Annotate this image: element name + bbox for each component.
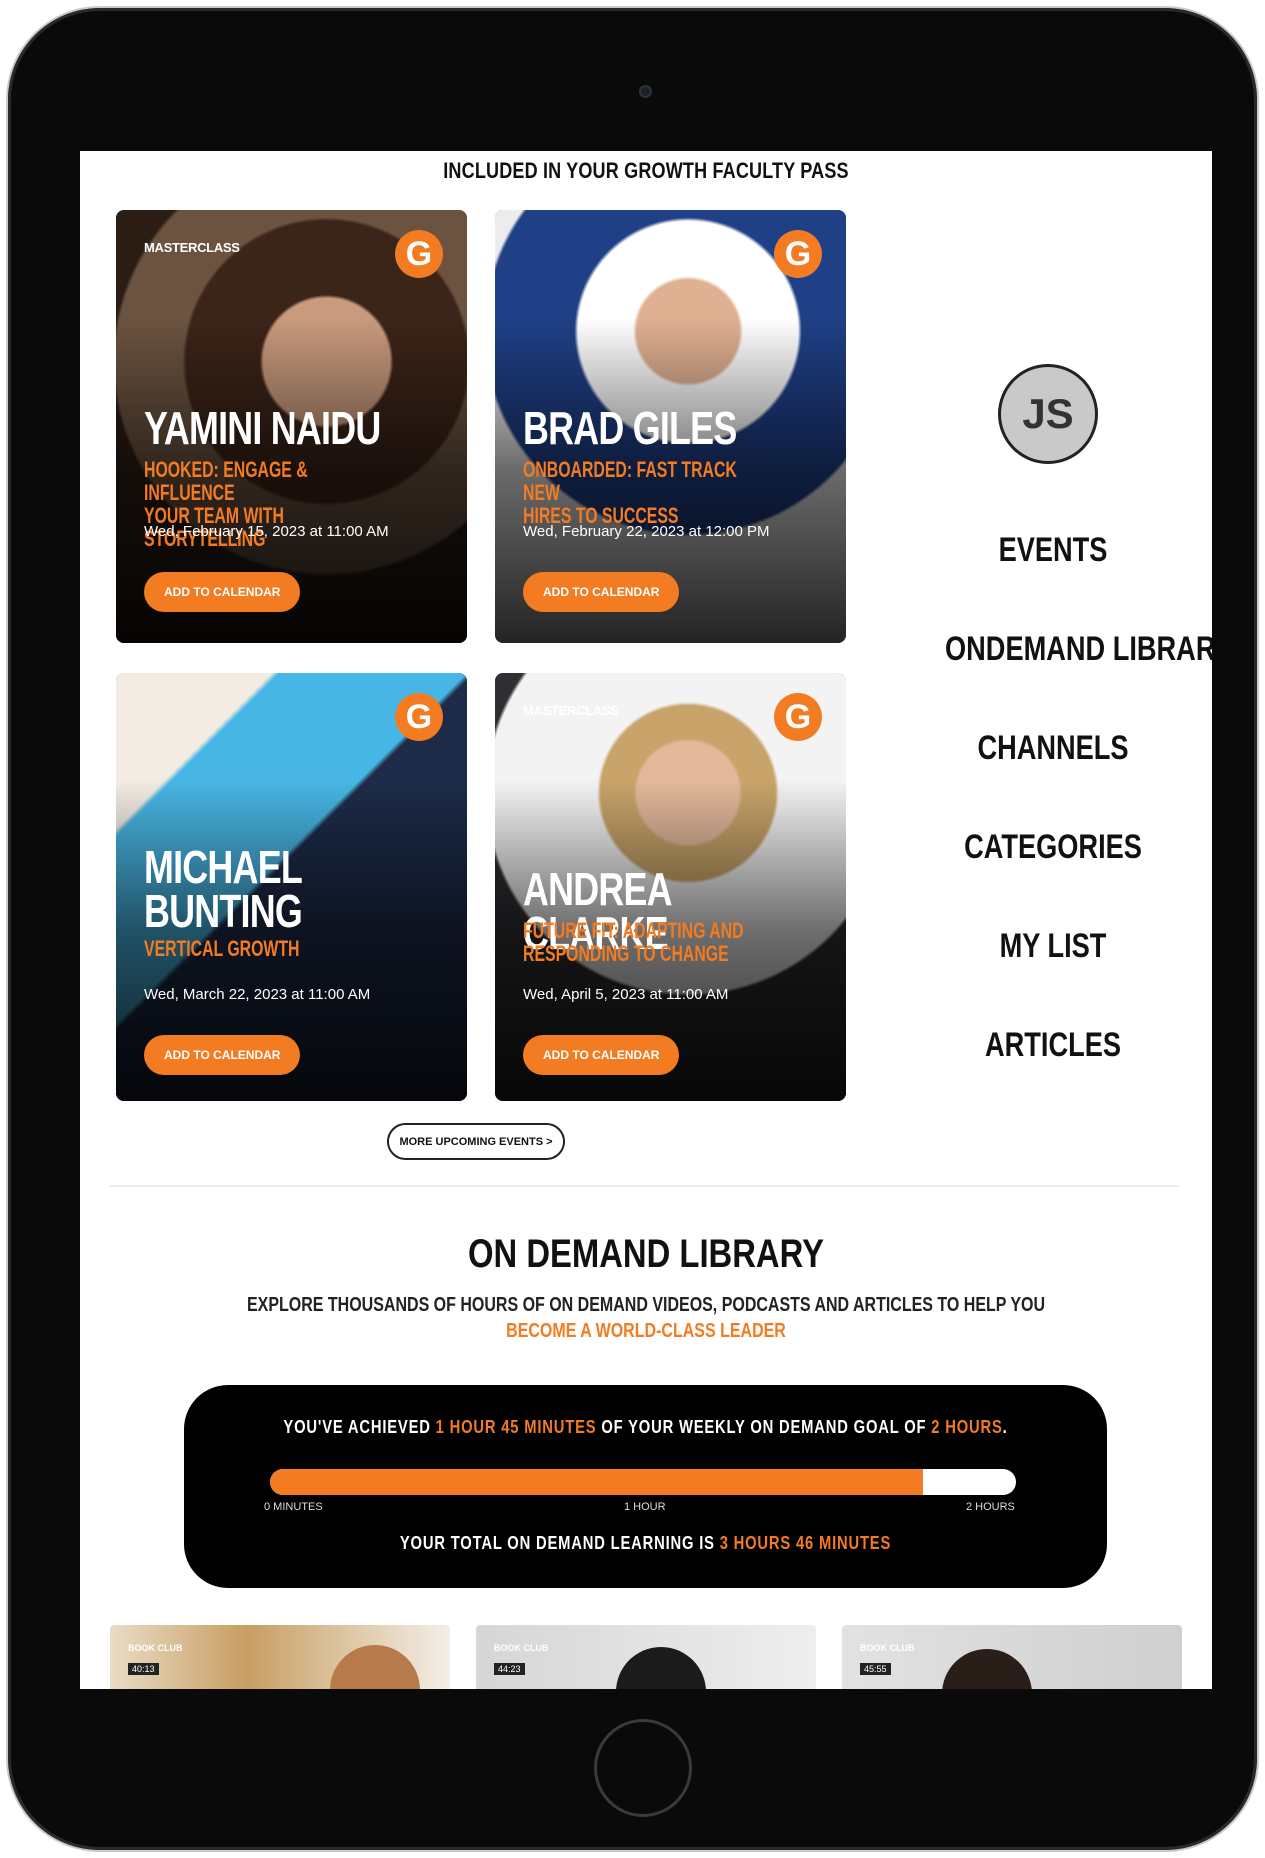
talk-title: ONBOARDED: FAST TRACK NEW HIRES TO SUCCE… bbox=[523, 457, 737, 528]
goal-progress-fill bbox=[270, 1469, 923, 1495]
event-badge: MASTERCLASS bbox=[523, 703, 619, 718]
speaker-name: MICHAEL BUNTING bbox=[144, 841, 303, 937]
event-date: Wed, February 22, 2023 at 12:00 PM bbox=[523, 523, 770, 540]
thumbnail-duration: 40:13 bbox=[128, 1663, 159, 1675]
growth-faculty-logo-icon: G bbox=[774, 693, 822, 741]
total-learning: YOUR TOTAL ON DEMAND LEARNING IS 3 HOURS… bbox=[399, 1533, 892, 1553]
speaker-photo bbox=[616, 1647, 706, 1689]
thumbnail-tag: BOOK CLUB bbox=[128, 1643, 183, 1653]
on-demand-title: ON DEMAND LIBRARY bbox=[468, 1232, 824, 1276]
tablet-frame: INCLUDED IN YOUR GROWTH FACULTY PASS MAS… bbox=[8, 8, 1257, 1850]
speaker-photo bbox=[330, 1645, 420, 1689]
pass-title: INCLUDED IN YOUR GROWTH FACULTY PASS bbox=[443, 158, 849, 183]
growth-faculty-logo-icon: G bbox=[774, 230, 822, 278]
on-demand-subtitle: EXPLORE THOUSANDS OF HOURS OF ON DEMAND … bbox=[246, 1294, 1045, 1316]
more-upcoming-events-button[interactable]: MORE UPCOMING EVENTS > bbox=[387, 1123, 565, 1160]
library-thumbnail[interactable]: BOOK CLUB 44:23 bbox=[476, 1625, 816, 1689]
goal-progress-bar bbox=[270, 1469, 1016, 1495]
nav-articles[interactable]: ARTICLES bbox=[945, 1026, 1161, 1065]
user-avatar[interactable]: JS bbox=[998, 364, 1098, 464]
add-to-calendar-button[interactable]: ADD TO CALENDAR bbox=[523, 572, 680, 612]
add-to-calendar-button[interactable]: ADD TO CALENDAR bbox=[144, 572, 301, 612]
speaker-name: YAMINI NAIDU bbox=[144, 402, 381, 454]
talk-title: VERTICAL GROWTH bbox=[144, 936, 300, 961]
thumbnail-duration: 45:55 bbox=[860, 1663, 891, 1675]
on-demand-subtitle-highlight: BECOME A WORLD-CLASS LEADER bbox=[506, 1320, 786, 1342]
event-card[interactable]: MASTERCLASS G ANDREA CLARKE FUTURE FIT: … bbox=[495, 673, 846, 1101]
growth-faculty-logo-icon: G bbox=[395, 230, 443, 278]
nav-events[interactable]: EVENTS bbox=[945, 531, 1161, 570]
event-badge: MASTERCLASS bbox=[144, 240, 240, 255]
growth-faculty-logo-icon: G bbox=[395, 693, 443, 741]
screen: INCLUDED IN YOUR GROWTH FACULTY PASS MAS… bbox=[80, 151, 1212, 1689]
nav-my-list[interactable]: MY LIST bbox=[945, 927, 1161, 966]
nav-categories[interactable]: CATEGORIES bbox=[945, 828, 1161, 867]
event-date: Wed, February 15, 2023 at 11:00 AM bbox=[144, 523, 389, 540]
tick-mid: 1 HOUR bbox=[624, 1501, 666, 1513]
goal-summary: YOU'VE ACHIEVED 1 HOUR 45 MINUTES OF YOU… bbox=[283, 1417, 1008, 1437]
weekly-goal-panel: YOU'VE ACHIEVED 1 HOUR 45 MINUTES OF YOU… bbox=[184, 1385, 1107, 1588]
home-button[interactable] bbox=[594, 1719, 692, 1817]
camera-icon bbox=[639, 85, 652, 98]
goal-achieved: 1 HOUR 45 MINUTES bbox=[435, 1417, 597, 1437]
add-to-calendar-button[interactable]: ADD TO CALENDAR bbox=[523, 1035, 680, 1075]
nav-channels[interactable]: CHANNELS bbox=[945, 729, 1161, 768]
speaker-name: BRAD GILES bbox=[523, 402, 737, 454]
event-date: Wed, March 22, 2023 at 11:00 AM bbox=[144, 986, 371, 1003]
thumbnail-tag: BOOK CLUB bbox=[494, 1643, 549, 1653]
tick-start: 0 MINUTES bbox=[264, 1501, 323, 1513]
tick-end: 2 HOURS bbox=[966, 1501, 1015, 1513]
thumbnail-tag: BOOK CLUB bbox=[860, 1643, 915, 1653]
event-date: Wed, April 5, 2023 at 11:00 AM bbox=[523, 986, 729, 1003]
talk-title: FUTURE FIT: ADAPTING AND RESPONDING TO C… bbox=[523, 918, 744, 966]
goal-target: 2 HOURS bbox=[931, 1417, 1003, 1437]
section-divider bbox=[110, 1185, 1180, 1187]
event-card[interactable]: MASTERCLASS G YAMINI NAIDU HOOKED: ENGAG… bbox=[116, 210, 467, 643]
event-card[interactable]: G MICHAEL BUNTING VERTICAL GROWTH Wed, M… bbox=[116, 673, 467, 1101]
thumbnail-duration: 44:23 bbox=[494, 1663, 525, 1675]
speaker-photo bbox=[942, 1649, 1032, 1689]
library-thumbnail[interactable]: BOOK CLUB 40:13 bbox=[110, 1625, 450, 1689]
event-card[interactable]: G BRAD GILES ONBOARDED: FAST TRACK NEW H… bbox=[495, 210, 846, 643]
add-to-calendar-button[interactable]: ADD TO CALENDAR bbox=[144, 1035, 301, 1075]
nav-ondemand-library[interactable]: ONDEMAND LIBRARY bbox=[945, 630, 1212, 669]
total-learning-value: 3 HOURS 46 MINUTES bbox=[719, 1533, 892, 1553]
library-thumbnail[interactable]: BOOK CLUB 45:55 bbox=[842, 1625, 1182, 1689]
